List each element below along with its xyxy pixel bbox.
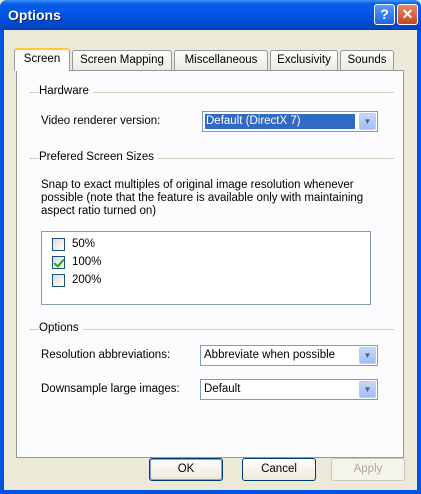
screen-tab-panel: Hardware Video renderer version: Default…	[16, 70, 404, 458]
downsample-value: Default	[204, 383, 241, 395]
options-group-line	[29, 329, 394, 330]
chevron-down-icon[interactable]: ▼	[359, 347, 376, 364]
checkbox-200-label: 200%	[72, 274, 102, 286]
hardware-group-label: Hardware	[39, 85, 93, 97]
video-renderer-label: Video renderer version:	[41, 115, 161, 127]
checkbox-100[interactable]	[52, 256, 65, 269]
close-icon[interactable]: ✕	[397, 4, 418, 25]
tab-miscellaneous[interactable]: Miscellaneous	[174, 50, 268, 70]
downsample-label: Downsample large images:	[41, 383, 180, 395]
video-renderer-value: Default (DirectX 7)	[205, 114, 355, 129]
snap-description-line-3: aspect ratio turned on)	[41, 205, 157, 217]
options-group-label: Options	[39, 322, 83, 334]
dialog-body: Screen Screen Mapping Miscellaneous Excl…	[4, 30, 417, 490]
options-dialog: Options ? ✕ Screen Screen Mapping Miscel…	[0, 0, 421, 494]
apply-button[interactable]: Apply	[331, 458, 405, 481]
resolution-abbrev-label: Resolution abbreviations:	[41, 349, 171, 361]
tab-screen[interactable]: Screen	[14, 48, 70, 71]
downsample-select[interactable]: Default ▼	[200, 379, 378, 400]
chevron-down-icon[interactable]: ▼	[359, 381, 376, 398]
video-renderer-select[interactable]: Default (DirectX 7) ▼	[202, 111, 378, 132]
window-title: Options	[8, 7, 61, 23]
checkbox-200[interactable]	[52, 274, 65, 287]
screen-sizes-list[interactable]: 50% 100% 200%	[41, 231, 371, 305]
help-icon[interactable]: ?	[374, 4, 395, 25]
tab-exclusivity[interactable]: Exclusivity	[270, 50, 338, 70]
checkbox-50[interactable]	[52, 238, 65, 251]
snap-description-line-2: possible (note that the feature is avail…	[41, 192, 364, 204]
resolution-abbrev-select[interactable]: Abbreviate when possible ▼	[200, 345, 378, 366]
tab-sounds[interactable]: Sounds	[340, 50, 394, 70]
snap-description-line-1: Snap to exact multiples of original imag…	[41, 179, 354, 191]
checkbox-50-label: 50%	[72, 238, 96, 250]
chevron-down-icon[interactable]: ▼	[359, 113, 376, 130]
ok-button[interactable]: OK	[149, 458, 223, 481]
checkbox-100-label: 100%	[72, 256, 102, 268]
screen-sizes-group-label: Prefered Screen Sizes	[39, 151, 159, 163]
resolution-abbrev-value: Abbreviate when possible	[204, 349, 336, 361]
title-bar[interactable]: Options ? ✕	[0, 0, 421, 30]
cancel-button[interactable]: Cancel	[242, 458, 316, 481]
tab-screen-mapping[interactable]: Screen Mapping	[72, 50, 172, 70]
